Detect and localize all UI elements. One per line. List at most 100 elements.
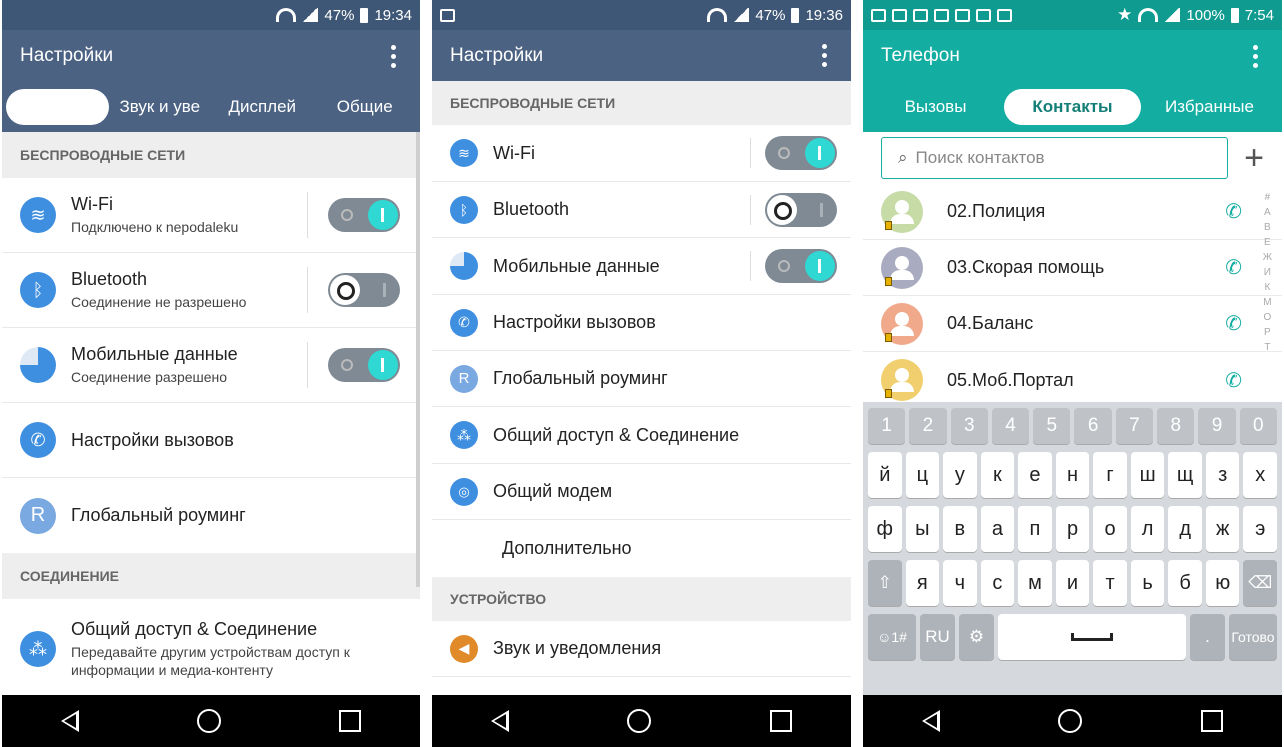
home-icon[interactable]	[627, 709, 652, 733]
index-letter[interactable]: И	[1263, 267, 1272, 278]
setting-bluetooth[interactable]: ᛒ Bluetooth Соединение не разрешено	[2, 253, 420, 328]
setting-bluetooth[interactable]: ᛒ Bluetooth	[432, 182, 851, 238]
back-icon[interactable]	[491, 710, 510, 732]
key-letter[interactable]: ж	[1205, 506, 1240, 552]
key-letter[interactable]: б	[1168, 560, 1202, 606]
key-letter[interactable]: ы	[905, 506, 940, 552]
setting-mobile-data[interactable]: Мобильные данные	[432, 238, 851, 295]
done-key[interactable]: Готово	[1228, 614, 1277, 660]
call-icon[interactable]: ✆	[1225, 255, 1242, 280]
setting-wifi[interactable]: ≋ Wi-Fi	[432, 125, 851, 182]
key-3[interactable]: 3	[950, 408, 988, 444]
setting-call-settings[interactable]: ✆ Настройки вызовов	[2, 403, 420, 478]
tab-calls[interactable]: Вызовы	[867, 89, 1004, 125]
home-icon[interactable]	[1058, 709, 1083, 733]
key-letter[interactable]: ц	[905, 452, 940, 498]
index-letter[interactable]: К	[1263, 282, 1272, 293]
key-letter[interactable]: й	[868, 452, 902, 498]
key-letter[interactable]: ф	[868, 506, 902, 552]
alphabet-index[interactable]: # А В Е Ж И К М О Р Т	[1263, 192, 1272, 353]
tab-general[interactable]: Общие	[314, 89, 417, 125]
symbols-key[interactable]: ☺1#	[868, 614, 917, 660]
shift-key[interactable]: ⇧	[868, 560, 902, 606]
setting-global-roaming[interactable]: R Глобальный роуминг	[432, 351, 851, 407]
key-letter[interactable]: р	[1055, 506, 1090, 552]
overflow-menu-icon[interactable]	[816, 40, 833, 71]
recent-apps-icon[interactable]	[769, 710, 792, 732]
index-letter[interactable]: Ж	[1263, 252, 1272, 263]
setting-sound[interactable]: ◀ Звук и уведомления	[432, 621, 851, 677]
setting-more[interactable]: Дополнительно	[432, 520, 851, 577]
key-letter[interactable]: и	[1055, 560, 1090, 606]
key-letter[interactable]: ч	[943, 560, 977, 606]
key-letter[interactable]: х	[1243, 452, 1278, 498]
overflow-menu-icon[interactable]	[1247, 41, 1264, 72]
key-letter[interactable]: ь	[1130, 560, 1165, 606]
tab-networks[interactable]: Сети	[6, 89, 109, 125]
overflow-menu-icon[interactable]	[385, 41, 402, 72]
key-letter[interactable]: с	[980, 560, 1015, 606]
wifi-toggle[interactable]	[328, 198, 400, 232]
key-9[interactable]: 9	[1198, 408, 1236, 444]
setting-tethering[interactable]: ◎ Общий модем	[432, 464, 851, 520]
key-letter[interactable]: з	[1205, 452, 1240, 498]
setting-mobile-data[interactable]: Мобильные данные Соединение разрешено	[2, 328, 420, 403]
key-letter[interactable]: д	[1168, 506, 1202, 552]
index-letter[interactable]: Е	[1263, 237, 1272, 248]
bluetooth-toggle[interactable]	[328, 273, 400, 307]
backspace-key[interactable]: ⌫	[1243, 560, 1278, 606]
key-4[interactable]: 4	[991, 408, 1030, 444]
contact-row[interactable]: 03.Скорая помощь ✆	[863, 240, 1282, 296]
index-letter[interactable]: Т	[1263, 342, 1272, 353]
key-letter[interactable]: ш	[1130, 452, 1165, 498]
contact-row[interactable]: 04.Баланс ✆	[863, 296, 1282, 352]
tab-contacts[interactable]: Контакты	[1004, 89, 1141, 125]
call-icon[interactable]: ✆	[1225, 199, 1242, 224]
key-5[interactable]: 5	[1033, 408, 1071, 444]
add-contact-button[interactable]: +	[1244, 141, 1264, 175]
tab-sound[interactable]: Звук и уве	[109, 89, 212, 125]
key-1[interactable]: 1	[868, 408, 906, 444]
recent-apps-icon[interactable]	[339, 710, 361, 732]
index-letter[interactable]: Р	[1263, 327, 1272, 338]
index-letter[interactable]: В	[1263, 222, 1272, 233]
mobile-data-toggle[interactable]	[765, 249, 837, 283]
key-letter[interactable]: к	[980, 452, 1015, 498]
key-letter[interactable]: л	[1130, 506, 1165, 552]
key-letter[interactable]: о	[1093, 506, 1127, 552]
key-0[interactable]: 0	[1239, 408, 1277, 444]
key-letter[interactable]: щ	[1168, 452, 1202, 498]
setting-sharing[interactable]: ⁂ Общий доступ & Соединение Передавайте …	[2, 599, 420, 699]
key-letter[interactable]: т	[1093, 560, 1127, 606]
key-letter[interactable]: г	[1093, 452, 1127, 498]
search-input[interactable]: ⌕ Поиск контактов	[881, 137, 1229, 179]
setting-call-settings[interactable]: ✆ Настройки вызовов	[432, 295, 851, 351]
home-icon[interactable]	[197, 709, 221, 733]
settings-key[interactable]: ⚙	[959, 614, 995, 660]
contact-row[interactable]: 02.Полиция ✆	[863, 184, 1282, 240]
index-letter[interactable]: А	[1263, 207, 1272, 218]
key-letter[interactable]: э	[1243, 506, 1278, 552]
recent-apps-icon[interactable]	[1200, 710, 1223, 732]
call-icon[interactable]: ✆	[1225, 368, 1242, 393]
index-letter[interactable]: #	[1263, 192, 1272, 203]
key-letter[interactable]: у	[943, 452, 977, 498]
scrollbar[interactable]	[416, 132, 420, 587]
call-icon[interactable]: ✆	[1225, 311, 1242, 336]
back-icon[interactable]	[922, 710, 941, 732]
wifi-toggle[interactable]	[765, 136, 837, 170]
setting-wifi[interactable]: ≋ Wi-Fi Подключено к nepodaleku	[2, 178, 420, 253]
key-7[interactable]: 7	[1115, 408, 1154, 444]
tab-favorites[interactable]: Избранные	[1141, 89, 1278, 125]
bluetooth-toggle[interactable]	[765, 192, 837, 227]
index-letter[interactable]: М	[1263, 297, 1272, 308]
tab-display[interactable]: Дисплей	[211, 89, 314, 125]
contact-row[interactable]: 05.Моб.Портал ✆	[863, 352, 1282, 408]
key-8[interactable]: 8	[1157, 408, 1195, 444]
index-letter[interactable]: О	[1263, 312, 1272, 323]
key-letter[interactable]: м	[1018, 560, 1052, 606]
period-key[interactable]: .	[1189, 614, 1225, 660]
back-icon[interactable]	[61, 710, 79, 732]
key-letter[interactable]: я	[905, 560, 940, 606]
setting-global-roaming[interactable]: R Глобальный роуминг	[2, 478, 420, 553]
